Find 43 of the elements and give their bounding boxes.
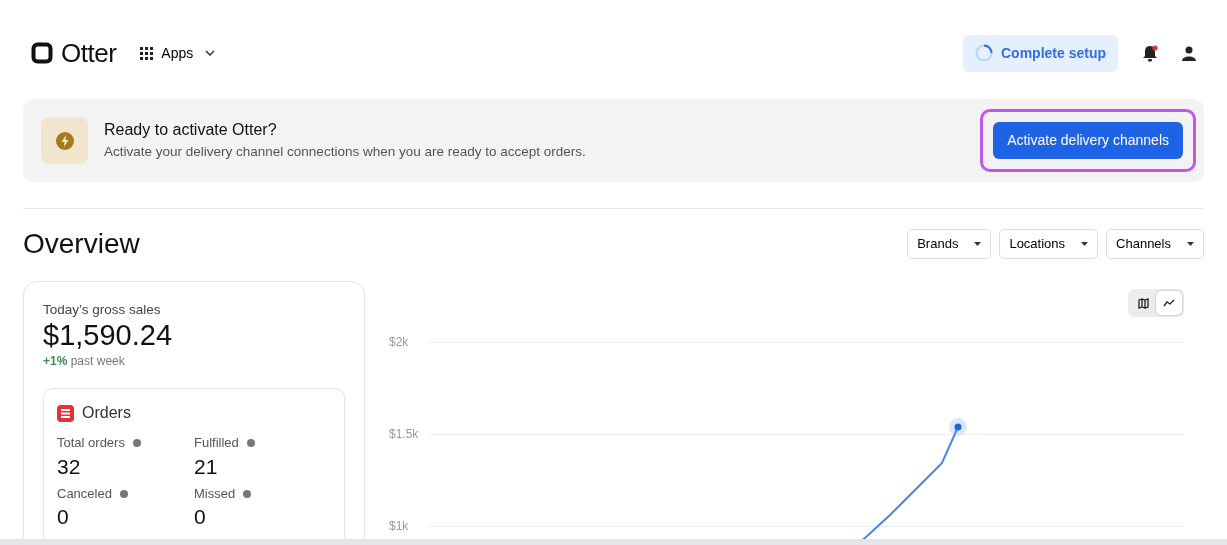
sales-amount: $1,590.24 xyxy=(43,320,173,353)
map-icon xyxy=(1137,297,1149,309)
info-icon xyxy=(246,438,255,447)
axis-tick-label: $2k xyxy=(389,334,410,351)
progress-ring-icon xyxy=(975,44,993,62)
complete-setup-button[interactable]: Complete setup xyxy=(963,34,1118,72)
info-icon xyxy=(119,489,128,498)
filter-dropdown[interactable]: Brands xyxy=(907,229,992,259)
user-icon[interactable] xyxy=(1182,45,1196,61)
sales-label: Today’s gross sales xyxy=(43,301,162,319)
orders-title: Orders xyxy=(82,403,131,424)
banner-text: Activate your delivery channel connections when you are ready to accept orders. xyxy=(104,143,586,162)
notification-bell-icon[interactable] xyxy=(1142,45,1158,63)
metric-label: Total orders xyxy=(57,434,125,453)
orders-icon xyxy=(57,404,74,422)
metric-value: 32 xyxy=(57,453,82,480)
filter-dropdown[interactable]: Locations xyxy=(999,229,1099,259)
page-heading: Overview xyxy=(23,227,140,261)
metric-label: Canceled xyxy=(57,484,112,503)
line-chart-icon xyxy=(1163,299,1175,307)
sales-change: +1% past week xyxy=(43,353,126,371)
info-icon xyxy=(132,438,141,447)
banner-title: Ready to activate Otter? xyxy=(104,120,278,141)
info-icon xyxy=(243,489,252,498)
caret-icon xyxy=(1187,242,1194,246)
metric-value: 0 xyxy=(194,504,207,531)
view-toggle[interactable] xyxy=(1156,291,1182,315)
activate-delivery-channels-button[interactable]: Activate delivery channels xyxy=(993,122,1183,159)
caret-icon xyxy=(974,242,982,246)
caret-icon xyxy=(1081,242,1089,246)
grid-icon xyxy=(140,46,154,60)
app-logo: Otter xyxy=(61,36,117,70)
lightning-icon xyxy=(41,117,88,164)
logo-icon xyxy=(31,42,53,64)
metric-label: Missed xyxy=(194,484,236,503)
metric-value: 0 xyxy=(57,504,70,531)
axis-tick-label: $1.5k xyxy=(389,426,420,443)
filter-dropdown[interactable]: Channels xyxy=(1106,229,1204,259)
apps-menu[interactable]: Apps xyxy=(140,42,216,64)
metric-label: Fulfilled xyxy=(194,434,239,453)
metric-value: 21 xyxy=(194,453,219,480)
axis-tick-label: $1k xyxy=(389,518,410,535)
chevron-icon xyxy=(205,50,216,56)
